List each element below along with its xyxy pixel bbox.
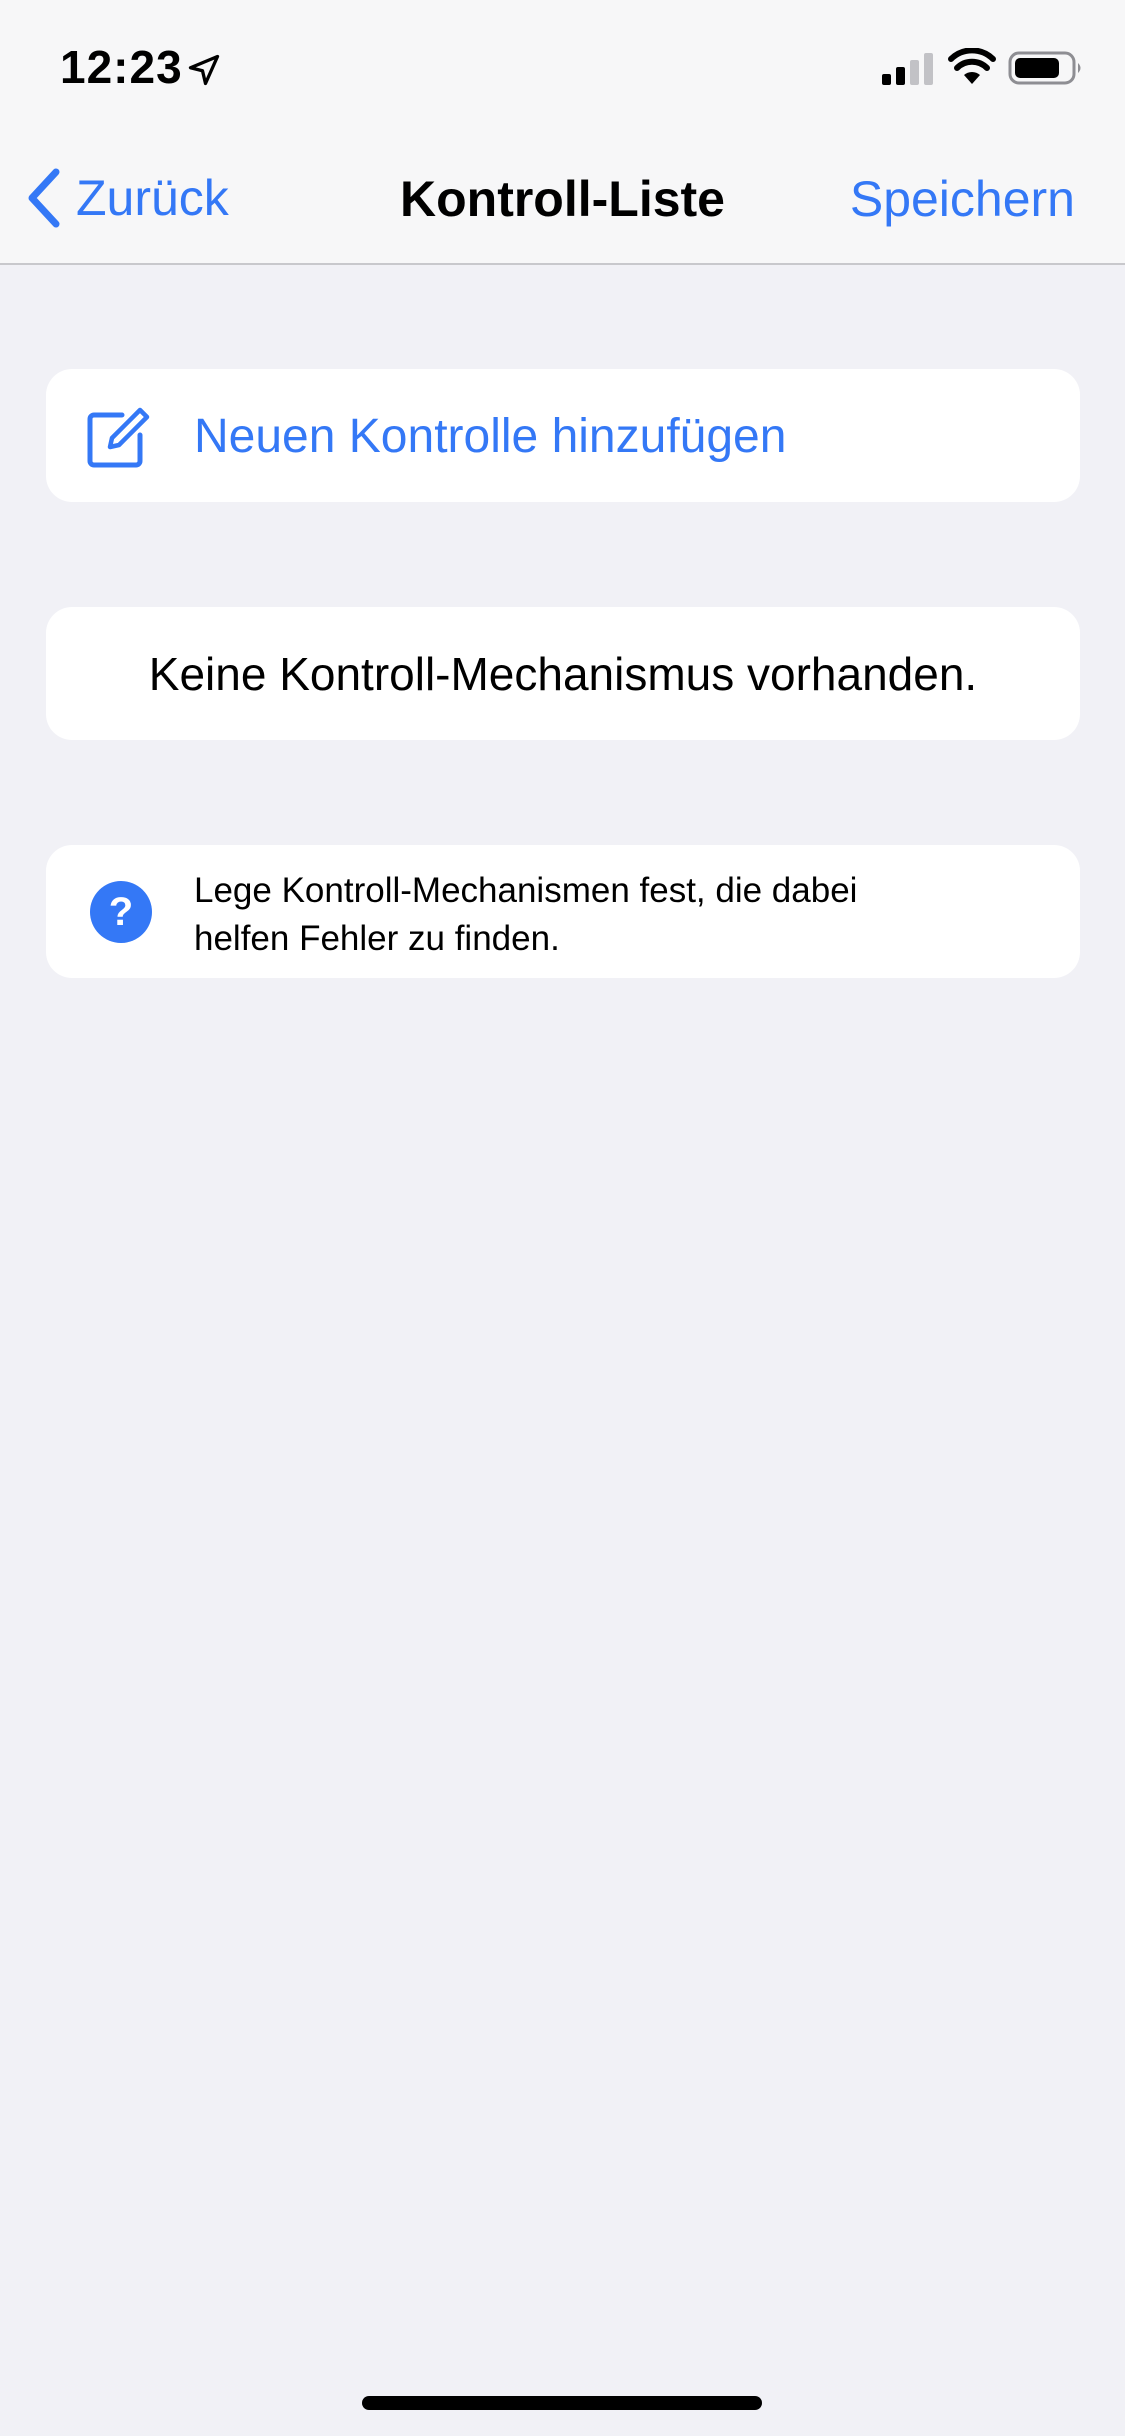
info-card: ? Lege Kontroll-Mechanismen fest, die da… [46, 845, 1080, 978]
save-button[interactable]: Speichern [850, 170, 1075, 228]
home-indicator[interactable] [362, 2396, 762, 2410]
info-text-line-1: Lege Kontroll-Mechanismen fest, die dabe… [194, 871, 858, 910]
compose-icon [87, 407, 150, 468]
empty-state-card: Keine Kontroll-Mechanismus vorhanden. [46, 607, 1080, 740]
add-control-label: Neuen Kontrolle hinzufügen [194, 410, 787, 463]
navigation-bar: Zurück Kontroll-Liste Speichern [0, 132, 1125, 265]
wifi-icon [948, 48, 996, 84]
location-arrow-icon [188, 54, 220, 86]
add-control-button[interactable]: Neuen Kontrolle hinzufügen [46, 369, 1080, 502]
info-text: Lege Kontroll-Mechanismen fest, die dabe… [194, 867, 1014, 963]
status-time: 12:23 [60, 41, 183, 93]
cellular-signal-icon [882, 53, 933, 85]
status-bar: 12:23 [0, 0, 1125, 132]
question-icon: ? [90, 881, 152, 943]
empty-state-label: Keine Kontroll-Mechanismus vorhanden. [148, 647, 978, 700]
battery-icon [1008, 51, 1081, 85]
info-text-line-2: helfen Fehler zu finden. [194, 919, 560, 958]
